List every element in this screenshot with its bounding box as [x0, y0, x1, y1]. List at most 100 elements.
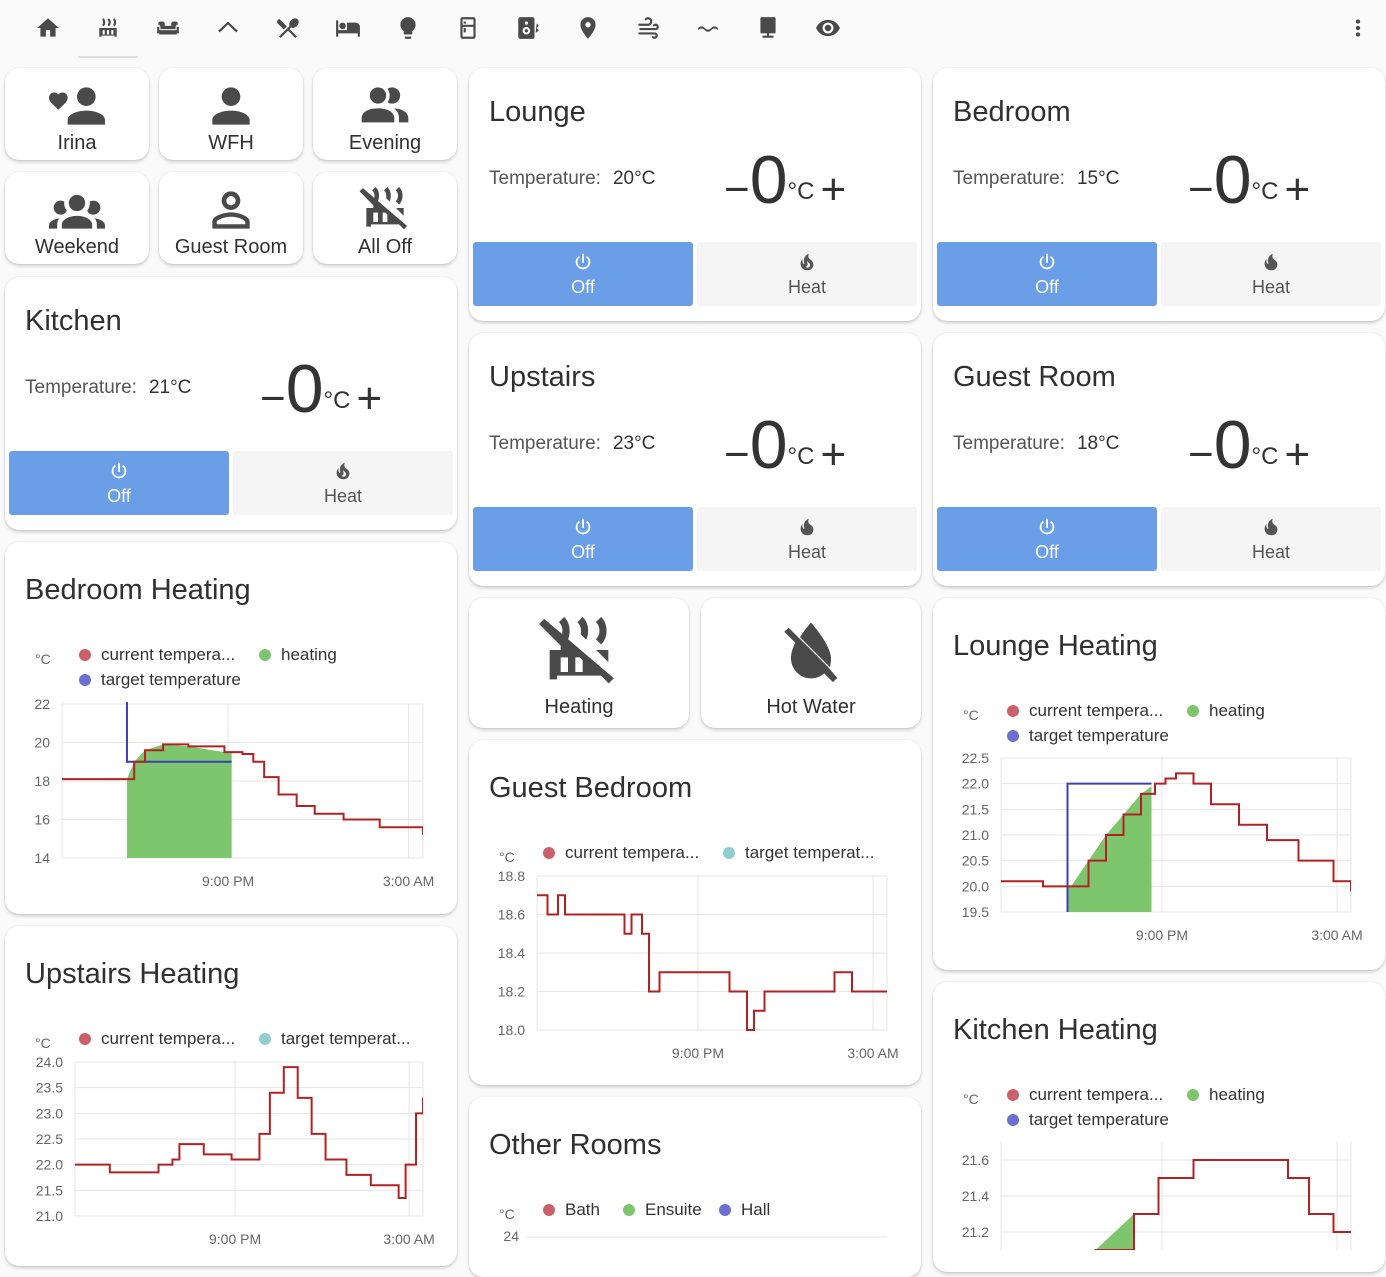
mode-off-button[interactable]: Off [473, 507, 693, 571]
scene-wfh-button[interactable]: WFH [159, 68, 303, 160]
legend-label: target temperat... [281, 1029, 410, 1048]
water-icon[interactable] [690, 10, 726, 46]
kitchen-heating-chart-card: Kitchen Heating °C current tempera... heat… [933, 982, 1385, 1272]
increase-button[interactable]: + [820, 433, 846, 477]
setpoint-control: − 0 °C + [1188, 142, 1310, 218]
y-tick-label: 22.0 [962, 776, 989, 792]
increase-button[interactable]: + [356, 377, 382, 421]
legend-label: heating [1209, 1085, 1265, 1104]
scene-weekend-button[interactable]: Weekend [5, 172, 149, 264]
legend-label: current tempera... [1029, 701, 1163, 720]
decrease-button[interactable]: − [724, 168, 750, 212]
upstairs-heating-chart: °C current tempera... target temperat... 24… [35, 1029, 435, 1247]
setpoint-value: 0 [1213, 142, 1252, 218]
current-temperature-line [75, 1066, 423, 1200]
legend-label: current tempera... [1029, 1085, 1163, 1104]
setpoint-unit: °C [1251, 178, 1279, 205]
power-icon [1039, 518, 1055, 534]
increase-button[interactable]: + [1284, 433, 1310, 477]
temperature-value: 20°C [612, 168, 656, 189]
temperature-value: 18°C [1076, 433, 1120, 454]
mode-label: Heat [323, 485, 363, 506]
card-title: Bedroom [953, 96, 1071, 128]
sofa-icon[interactable] [150, 10, 186, 46]
plot-area [75, 1066, 423, 1200]
increase-button[interactable]: + [1284, 168, 1310, 212]
mode-label: Heat [787, 276, 827, 297]
legend-label: target temperature [101, 670, 241, 689]
temperature-value: 23°C [612, 433, 656, 454]
lightbulb-icon[interactable] [390, 10, 426, 46]
x-tick-label: 9:00 PM [202, 873, 254, 889]
mode-off-button[interactable]: Off [473, 242, 693, 306]
decrease-button[interactable]: − [1188, 433, 1214, 477]
mode-off-button[interactable]: Off [937, 507, 1157, 571]
mode-off-button[interactable]: Off [9, 451, 229, 515]
mode-label: Off [107, 485, 131, 506]
legend-dot [719, 1204, 731, 1216]
axis-unit-label: °C [499, 1206, 515, 1222]
heating-area [1067, 786, 1152, 912]
scene-all-off-button[interactable]: All Off [313, 172, 457, 264]
temperature-value: 15°C [1076, 168, 1120, 189]
fridge-icon[interactable] [450, 10, 486, 46]
hot-water-toggle-button[interactable]: Hot Water [701, 598, 921, 728]
toggle-label: Hot Water [766, 696, 856, 718]
legend-dot [543, 1204, 555, 1216]
decrease-button[interactable]: − [724, 433, 750, 477]
guest-bedroom-chart-card: Guest Bedroom °C current tempera... target… [469, 740, 921, 1085]
y-tick-label: 18.0 [498, 1022, 525, 1038]
bed-icon[interactable] [330, 10, 366, 46]
mode-heat-button[interactable]: Heat [1161, 242, 1381, 306]
mode-buttons: Off Heat [9, 451, 453, 515]
eye-icon[interactable] [810, 10, 846, 46]
legend-label: current tempera... [565, 843, 699, 862]
mode-heat-button[interactable]: Heat [233, 451, 453, 515]
y-tick-label: 21.5 [36, 1182, 63, 1198]
mode-heat-button[interactable]: Heat [697, 242, 917, 306]
legend-dot [1187, 705, 1199, 717]
y-tick-label: 23.5 [36, 1080, 63, 1096]
current-temperature: Temperature: 21°C [25, 377, 191, 399]
legend-dot [1007, 730, 1019, 742]
map-marker-icon[interactable] [570, 10, 606, 46]
decrease-button[interactable]: − [1188, 168, 1214, 212]
legend-dot [79, 674, 91, 686]
scene-evening-button[interactable]: Evening [313, 68, 457, 160]
axis-unit-label: °C [963, 1091, 979, 1107]
dots-vertical-icon[interactable] [1340, 10, 1376, 46]
roof-icon[interactable] [210, 10, 246, 46]
card-title: Guest Bedroom [489, 772, 693, 804]
legend-dot [79, 649, 91, 661]
account-icon [212, 87, 250, 125]
setpoint-control: − 0 °C + [260, 355, 382, 423]
current-temperature-line [62, 743, 423, 835]
home-icon[interactable] [30, 10, 66, 46]
fan-icon[interactable] [630, 10, 666, 46]
radiator-off-icon [359, 187, 408, 230]
legend-label: Bath [565, 1200, 600, 1219]
radiator-icon[interactable] [90, 10, 126, 46]
scene-guest-room-button[interactable]: Guest Room [159, 172, 303, 264]
heating-toggle-button[interactable]: Heating [469, 598, 689, 728]
scene-irina-button[interactable]: Irina [5, 68, 149, 160]
mode-off-button[interactable]: Off [937, 242, 1157, 306]
scene-label: Evening [348, 132, 422, 154]
account-heart-icon [49, 87, 105, 125]
increase-button[interactable]: + [820, 168, 846, 212]
mode-buttons: Off Heat [473, 507, 917, 571]
y-tick-label: 14 [34, 850, 50, 866]
speaker-icon[interactable] [510, 10, 546, 46]
y-tick-label: 21.2 [962, 1224, 989, 1240]
temperature-value: 21°C [148, 377, 192, 398]
mode-heat-button[interactable]: Heat [697, 507, 917, 571]
legend-label: target temperature [1029, 726, 1169, 745]
decrease-button[interactable]: − [260, 377, 286, 421]
silverware-icon[interactable] [270, 10, 306, 46]
card-title: Guest Room [953, 361, 1116, 393]
mode-heat-button[interactable]: Heat [1161, 507, 1381, 571]
axis-unit-label: °C [35, 651, 51, 667]
legend-label: heating [1209, 701, 1265, 720]
mode-label: Off [571, 541, 595, 562]
desktop-icon[interactable] [750, 10, 786, 46]
